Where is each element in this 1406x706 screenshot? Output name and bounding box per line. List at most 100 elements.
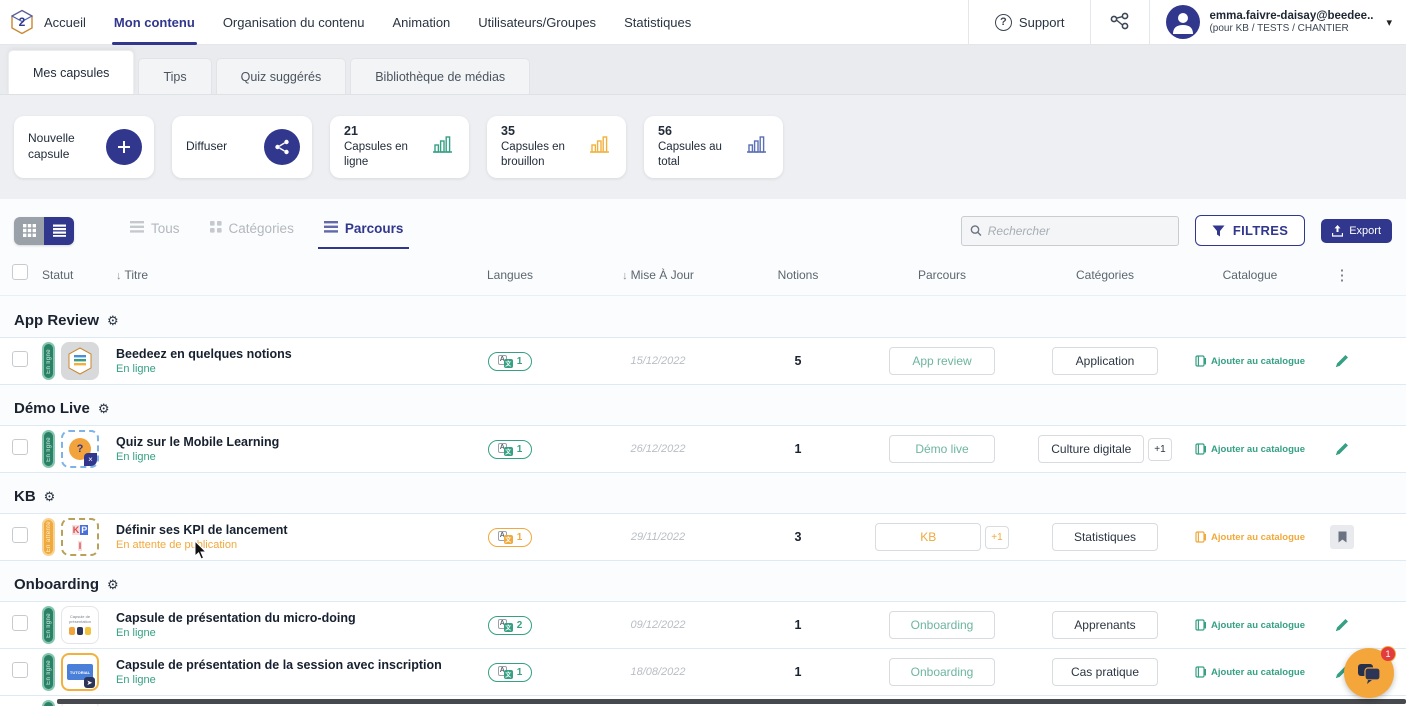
diffuser-card[interactable]: Diffuser	[172, 116, 312, 178]
edit-pencil-icon[interactable]	[1334, 353, 1350, 369]
languages-badge[interactable]: A文1	[488, 440, 533, 459]
col-catalogue[interactable]: Catalogue	[1180, 268, 1320, 282]
languages-badge[interactable]: A文1	[488, 528, 533, 547]
nav-organisation-du-contenu[interactable]: Organisation du contenu	[223, 0, 365, 44]
edit-pencil-icon[interactable]	[1334, 617, 1350, 633]
languages-badge[interactable]: A文2	[488, 616, 533, 635]
tab-tips[interactable]: Tips	[138, 58, 211, 94]
group-settings-gear-icon[interactable]: ⚙	[107, 313, 119, 329]
group-settings-gear-icon[interactable]: ⚙	[98, 401, 110, 417]
capsule-title[interactable]: Définir ses KPI de lancement	[116, 522, 446, 538]
chevron-down-icon[interactable]: ▾	[1386, 16, 1392, 29]
list-view-button[interactable]	[44, 217, 74, 245]
parcours-button[interactable]: Onboarding	[889, 611, 995, 639]
bookmark-button[interactable]	[1330, 525, 1354, 549]
stat-value-online: 21	[344, 124, 426, 138]
status-pill: En attente	[42, 518, 55, 556]
col-titre[interactable]: ↓Titre	[116, 268, 446, 282]
group-header: KB⚙	[0, 472, 1406, 513]
add-to-catalogue-link[interactable]: Ajouter au catalogue	[1180, 619, 1320, 631]
col-langues[interactable]: Langues	[446, 268, 574, 282]
stat-card-capsules-en-brouillon[interactable]: 35 Capsules en brouillon	[487, 116, 626, 178]
parcours-button[interactable]: App review	[889, 347, 995, 375]
group-settings-gear-icon[interactable]: ⚙	[107, 577, 119, 593]
category-button[interactable]: Culture digitale	[1038, 435, 1144, 463]
col-parcours[interactable]: Parcours	[854, 268, 1030, 282]
category-button[interactable]: Application	[1052, 347, 1158, 375]
category-button[interactable]: Cas pratique	[1052, 658, 1158, 686]
user-text: emma.faivre-daisay@beedee.. (pour KB / T…	[1209, 9, 1373, 36]
row-checkbox[interactable]	[12, 615, 28, 631]
capsule-thumbnail: TUTORIAL➤	[61, 653, 99, 691]
filtres-button[interactable]: FILTRES	[1195, 215, 1305, 246]
capsule-status: En ligne	[116, 673, 446, 687]
add-to-catalogue-link[interactable]: Ajouter au catalogue	[1180, 355, 1320, 367]
beedeez-logo[interactable]: 2	[0, 0, 44, 44]
languages-badge[interactable]: A文1	[488, 663, 533, 682]
add-to-catalogue-link[interactable]: Ajouter au catalogue	[1180, 666, 1320, 678]
avatar	[1166, 5, 1200, 39]
filter-categories[interactable]: Catégories	[210, 221, 294, 240]
col-notions[interactable]: Notions	[742, 268, 854, 282]
category-button[interactable]: Statistiques	[1052, 523, 1158, 551]
nav-mon-contenu[interactable]: Mon contenu	[114, 0, 195, 44]
parcours-button[interactable]: Onboarding	[889, 658, 995, 686]
bookmark-icon	[1338, 531, 1347, 543]
col-categories[interactable]: Catégories	[1030, 268, 1180, 282]
capsule-row[interactable]: En attenteKPIDéfinir ses KPI de lancemen…	[0, 513, 1406, 561]
parcours-button[interactable]: Démo live	[889, 435, 995, 463]
list-icon	[52, 224, 67, 237]
nav-statistiques[interactable]: Statistiques	[624, 0, 691, 44]
tab-mes-capsules[interactable]: Mes capsules	[8, 50, 134, 94]
capsule-group: Onboarding ⚙ En ligneCapsule deprésentatio…	[0, 560, 1406, 706]
tab-bibliotheque-de-medias[interactable]: Bibliothèque de médias	[350, 58, 530, 94]
edit-pencil-icon[interactable]	[1334, 441, 1350, 457]
row-checkbox[interactable]	[12, 351, 28, 367]
row-checkbox[interactable]	[12, 662, 28, 678]
tab-quiz-suggeres[interactable]: Quiz suggérés	[216, 58, 347, 94]
column-menu-icon[interactable]: ⋮	[1320, 266, 1364, 284]
add-to-catalogue-link[interactable]: Ajouter au catalogue	[1180, 443, 1320, 455]
col-statut[interactable]: Statut	[42, 268, 116, 282]
row-checkbox[interactable]	[12, 439, 28, 455]
user-menu[interactable]: emma.faivre-daisay@beedee.. (pour KB / T…	[1149, 0, 1406, 44]
grid-view-button[interactable]	[14, 217, 44, 245]
capsule-row[interactable]: En ligneBeedeez en quelques notionsEn li…	[0, 337, 1406, 385]
group-settings-gear-icon[interactable]: ⚙	[44, 489, 56, 505]
status-pill: En ligne	[42, 342, 55, 380]
filter-parcours[interactable]: Parcours	[324, 221, 404, 240]
category-button[interactable]: Apprenants	[1052, 611, 1158, 639]
category-button-more-chip[interactable]: +1	[1148, 438, 1171, 461]
organization-share-button[interactable]	[1090, 0, 1149, 44]
nav-utilisateurs-groupes[interactable]: Utilisateurs/Groupes	[478, 0, 596, 44]
nav-accueil[interactable]: Accueil	[44, 0, 86, 44]
capsule-title[interactable]: Capsule de présentation du micro-doing	[116, 610, 446, 626]
nav-animation[interactable]: Animation	[392, 0, 450, 44]
select-all-checkbox[interactable]	[12, 264, 28, 280]
add-to-catalogue-link[interactable]: Ajouter au catalogue	[1180, 531, 1320, 543]
languages-badge[interactable]: A文1	[488, 352, 533, 371]
row-checkbox[interactable]	[12, 527, 28, 543]
horizontal-scrollbar[interactable]	[57, 699, 1406, 704]
capsule-title[interactable]: Beedeez en quelques notions	[116, 346, 446, 362]
capsule-title[interactable]: Capsule de présentation de la session av…	[116, 657, 446, 673]
col-mise-a-jour[interactable]: ↓Mise À Jour	[574, 268, 742, 282]
stat-card-capsules-en-ligne[interactable]: 21 Capsules en ligne	[330, 116, 469, 178]
new-capsule-card[interactable]: Nouvelle capsule	[14, 116, 154, 178]
notions-count: 1	[742, 442, 854, 456]
parcours-button-more-chip[interactable]: +1	[985, 526, 1008, 549]
updated-date: 29/11/2022	[574, 531, 742, 543]
chat-widget-button[interactable]: 1	[1344, 648, 1394, 698]
capsule-row[interactable]: En ligneCapsule deprésentationCapsule de…	[0, 601, 1406, 649]
filter-parcours-label: Parcours	[345, 221, 404, 236]
capsule-title[interactable]: Quiz sur le Mobile Learning	[116, 434, 446, 450]
support-button[interactable]: ? Support	[968, 0, 1091, 44]
filter-tous[interactable]: Tous	[130, 221, 180, 240]
stat-card-capsules-au-total[interactable]: 56 Capsules au total	[644, 116, 783, 178]
parcours-button[interactable]: KB	[875, 523, 981, 551]
export-button[interactable]: Export	[1321, 219, 1392, 243]
stat-label-total: Capsules au total	[658, 140, 740, 170]
search-input[interactable]	[988, 224, 1170, 238]
capsule-row[interactable]: En ligne TUTORIAL➤ Capsule de présentation…	[0, 648, 1406, 696]
capsule-row[interactable]: En ligne?×Quiz sur le Mobile LearningEn …	[0, 425, 1406, 473]
